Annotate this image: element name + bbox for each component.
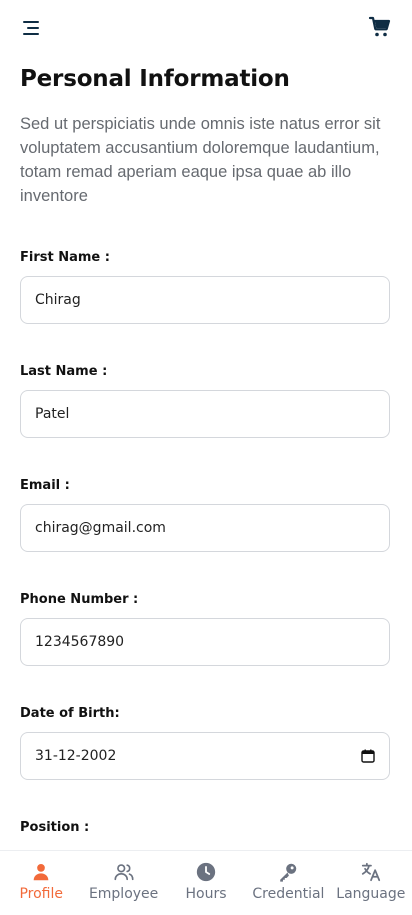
nav-label-credential: Credential (252, 886, 325, 902)
email-value: chirag@gmail.com (35, 520, 166, 536)
first-name-label: First Name : (20, 250, 110, 265)
nav-item-language[interactable]: Language (330, 851, 412, 915)
last-name-label: Last Name : (20, 364, 108, 379)
nav-item-credential[interactable]: Credential (247, 851, 329, 915)
email-label: Email : (20, 478, 70, 493)
date-of-birth-input[interactable]: 31-12-2002 (20, 732, 390, 780)
last-name-value: Patel (35, 406, 70, 422)
clock-icon (196, 862, 216, 882)
last-name-input[interactable]: Patel (20, 390, 390, 438)
nav-item-profile[interactable]: Profile (0, 851, 82, 915)
page-title: Personal Information (20, 66, 290, 92)
hamburger-menu-icon[interactable] (20, 16, 44, 40)
date-of-birth-value: 31-12-2002 (35, 748, 117, 764)
position-label: Position : (20, 820, 90, 835)
person-icon (33, 864, 49, 881)
first-name-value: Chirag (35, 292, 81, 308)
people-icon (114, 864, 134, 881)
email-input[interactable]: chirag@gmail.com (20, 504, 390, 552)
shopping-cart-icon[interactable] (368, 15, 392, 39)
key-icon (280, 863, 297, 882)
first-name-input[interactable]: Chirag (20, 276, 390, 324)
nav-label-hours: Hours (185, 886, 227, 902)
phone-number-input[interactable]: 1234567890 (20, 618, 390, 666)
page-description: Sed ut perspiciatis unde omnis iste natu… (20, 115, 381, 205)
nav-item-employee[interactable]: Employee (82, 851, 164, 915)
top-bar (0, 0, 412, 56)
translate-icon (361, 862, 380, 882)
date-of-birth-label: Date of Birth: (20, 706, 120, 721)
calendar-icon[interactable] (361, 749, 375, 763)
nav-item-hours[interactable]: Hours (165, 851, 247, 915)
nav-label-language: Language (336, 886, 406, 902)
bottom-navigation: Profile Employee Hours Credential Langua… (0, 850, 412, 915)
nav-label-employee: Employee (88, 886, 159, 902)
phone-number-label: Phone Number : (20, 592, 139, 607)
nav-label-profile: Profile (19, 886, 63, 902)
phone-number-value: 1234567890 (35, 634, 125, 650)
